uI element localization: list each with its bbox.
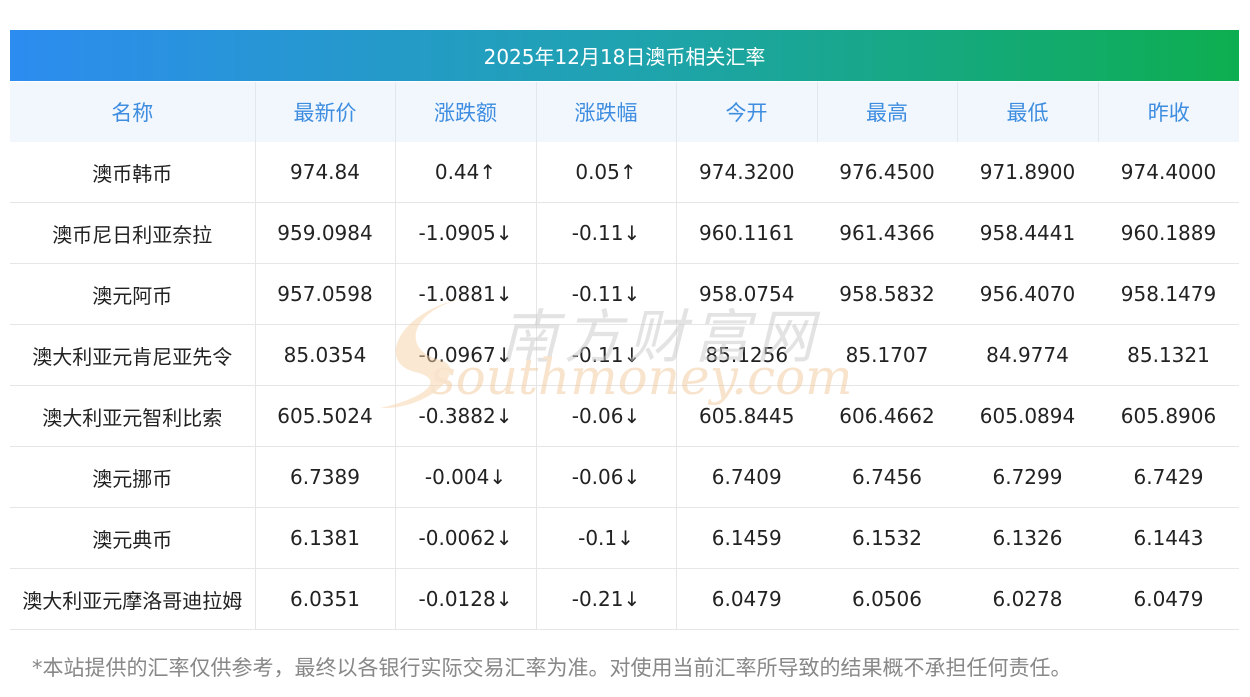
high-price: 6.7456 bbox=[817, 446, 957, 508]
column-header-latest: 最新价 bbox=[255, 82, 396, 142]
latest-price: 85.0354 bbox=[255, 324, 396, 386]
open-price: 6.1459 bbox=[676, 507, 817, 569]
change-amount: 0.44↑ bbox=[395, 142, 537, 203]
prev-close-price: 960.1889 bbox=[1098, 202, 1239, 264]
low-price: 84.9774 bbox=[957, 324, 1098, 386]
prev-close-price: 6.0479 bbox=[1098, 568, 1239, 630]
latest-price: 6.1381 bbox=[255, 507, 396, 569]
prev-close-price: 974.4000 bbox=[1098, 142, 1239, 203]
change-percent: -0.06↓ bbox=[536, 385, 677, 447]
open-price: 6.7409 bbox=[676, 446, 817, 508]
latest-price: 959.0984 bbox=[255, 202, 396, 264]
low-price: 6.7299 bbox=[957, 446, 1098, 508]
high-price: 976.4500 bbox=[817, 142, 957, 203]
change-percent: -0.06↓ bbox=[536, 446, 677, 508]
table-row: 澳元挪币 6.7389 -0.004↓ -0.06↓ 6.7409 6.7456… bbox=[10, 446, 1239, 508]
exchange-rate-table: 名称 最新价 涨跌额 涨跌幅 今开 最高 最低 昨收 澳币韩币 974.84 0… bbox=[10, 82, 1239, 630]
prev-close-price: 958.1479 bbox=[1098, 263, 1239, 325]
column-header-open: 今开 bbox=[676, 82, 818, 142]
change-percent: -0.11↓ bbox=[536, 263, 677, 325]
high-price: 606.4662 bbox=[817, 385, 957, 447]
high-price: 6.0506 bbox=[817, 568, 957, 630]
low-price: 971.8900 bbox=[957, 142, 1098, 203]
currency-pair-name: 澳大利亚元智利比索 bbox=[10, 385, 256, 447]
table-row: 澳元典币 6.1381 -0.0062↓ -0.1↓ 6.1459 6.1532… bbox=[10, 507, 1239, 569]
currency-pair-name: 澳币韩币 bbox=[10, 142, 256, 203]
change-percent: -0.21↓ bbox=[536, 568, 677, 630]
column-header-low: 最低 bbox=[957, 82, 1099, 142]
high-price: 6.1532 bbox=[817, 507, 957, 569]
table-row: 澳大利亚元智利比索 605.5024 -0.3882↓ -0.06↓ 605.8… bbox=[10, 385, 1239, 447]
column-header-change: 涨跌额 bbox=[395, 82, 537, 142]
low-price: 6.0278 bbox=[957, 568, 1098, 630]
column-header-prev-close: 昨收 bbox=[1098, 82, 1239, 142]
high-price: 958.5832 bbox=[817, 263, 957, 325]
open-price: 974.3200 bbox=[676, 142, 817, 203]
latest-price: 605.5024 bbox=[255, 385, 396, 447]
table-header-row: 名称 最新价 涨跌额 涨跌幅 今开 最高 最低 昨收 bbox=[10, 82, 1239, 142]
currency-pair-name: 澳大利亚元摩洛哥迪拉姆 bbox=[10, 568, 256, 630]
change-amount: -0.004↓ bbox=[395, 446, 537, 508]
low-price: 605.0894 bbox=[957, 385, 1098, 447]
table-row: 澳大利亚元肯尼亚先令 85.0354 -0.0967↓ -0.11↓ 85.12… bbox=[10, 324, 1239, 386]
change-percent: -0.1↓ bbox=[536, 507, 677, 569]
prev-close-price: 6.7429 bbox=[1098, 446, 1239, 508]
low-price: 956.4070 bbox=[957, 263, 1098, 325]
change-percent: 0.05↑ bbox=[536, 142, 677, 203]
change-amount: -0.0967↓ bbox=[395, 324, 537, 386]
prev-close-price: 85.1321 bbox=[1098, 324, 1239, 386]
change-amount: -1.0905↓ bbox=[395, 202, 537, 264]
change-amount: -0.0128↓ bbox=[395, 568, 537, 630]
column-header-name: 名称 bbox=[10, 82, 256, 142]
column-header-change-pct: 涨跌幅 bbox=[536, 82, 677, 142]
currency-pair-name: 澳币尼日利亚奈拉 bbox=[10, 202, 256, 264]
latest-price: 974.84 bbox=[255, 142, 396, 203]
currency-pair-name: 澳元阿币 bbox=[10, 263, 256, 325]
change-percent: -0.11↓ bbox=[536, 324, 677, 386]
change-percent: -0.11↓ bbox=[536, 202, 677, 264]
latest-price: 6.7389 bbox=[255, 446, 396, 508]
prev-close-price: 6.1443 bbox=[1098, 507, 1239, 569]
latest-price: 957.0598 bbox=[255, 263, 396, 325]
table-row: 澳元阿币 957.0598 -1.0881↓ -0.11↓ 958.0754 9… bbox=[10, 263, 1239, 325]
latest-price: 6.0351 bbox=[255, 568, 396, 630]
change-amount: -0.3882↓ bbox=[395, 385, 537, 447]
low-price: 958.4441 bbox=[957, 202, 1098, 264]
open-price: 85.1256 bbox=[676, 324, 817, 386]
open-price: 958.0754 bbox=[676, 263, 817, 325]
change-amount: -0.0062↓ bbox=[395, 507, 537, 569]
disclaimer-text: *本站提供的汇率仅供参考，最终以各银行实际交易汇率为准。对使用当前汇率所导致的结… bbox=[32, 656, 1072, 680]
table-title: 2025年12月18日澳币相关汇率 bbox=[483, 45, 766, 69]
high-price: 961.4366 bbox=[817, 202, 957, 264]
table-row: 澳币尼日利亚奈拉 959.0984 -1.0905↓ -0.11↓ 960.11… bbox=[10, 202, 1239, 264]
prev-close-price: 605.8906 bbox=[1098, 385, 1239, 447]
open-price: 605.8445 bbox=[676, 385, 817, 447]
change-amount: -1.0881↓ bbox=[395, 263, 537, 325]
currency-pair-name: 澳大利亚元肯尼亚先令 bbox=[10, 324, 256, 386]
table-row: 澳币韩币 974.84 0.44↑ 0.05↑ 974.3200 976.450… bbox=[10, 142, 1239, 203]
currency-pair-name: 澳元挪币 bbox=[10, 446, 256, 508]
column-header-high: 最高 bbox=[817, 82, 958, 142]
low-price: 6.1326 bbox=[957, 507, 1098, 569]
open-price: 6.0479 bbox=[676, 568, 817, 630]
table-title-banner: 2025年12月18日澳币相关汇率 bbox=[10, 30, 1239, 81]
currency-pair-name: 澳元典币 bbox=[10, 507, 256, 569]
high-price: 85.1707 bbox=[817, 324, 957, 386]
open-price: 960.1161 bbox=[676, 202, 817, 264]
table-row: 澳大利亚元摩洛哥迪拉姆 6.0351 -0.0128↓ -0.21↓ 6.047… bbox=[10, 568, 1239, 630]
